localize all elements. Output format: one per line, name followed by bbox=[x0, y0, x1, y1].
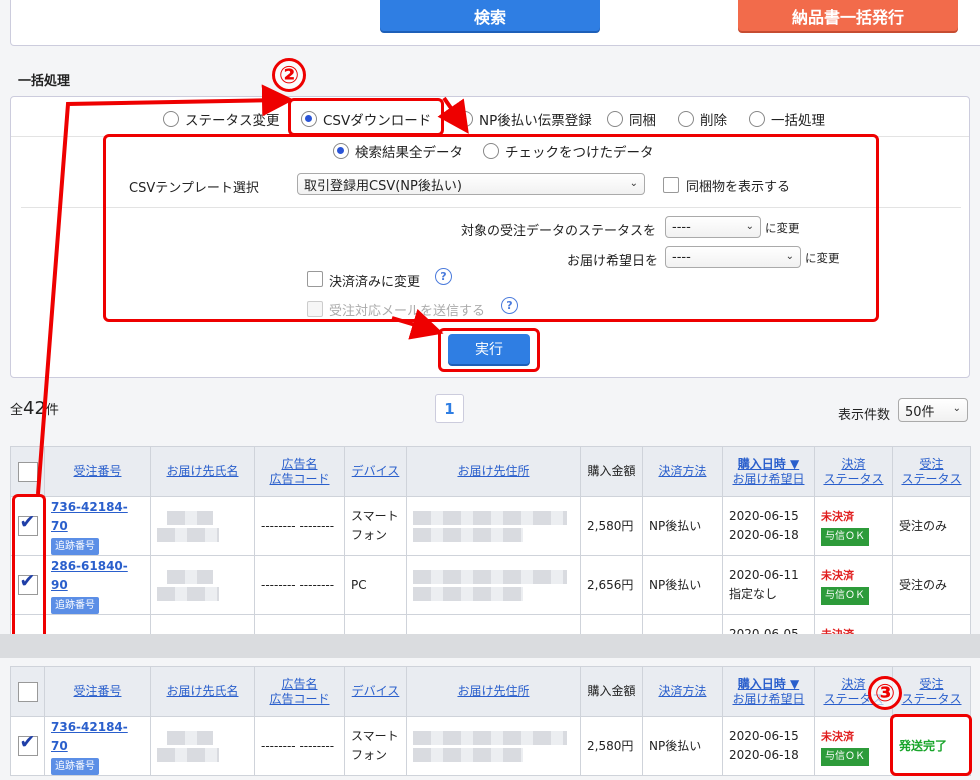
step-3-marker: ③ bbox=[868, 676, 902, 710]
arrow-checkbox-to-csv bbox=[36, 84, 294, 495]
arrow-options-to-execute bbox=[391, 308, 444, 340]
step-2-marker: ② bbox=[272, 58, 306, 92]
arrow-csv-to-options bbox=[437, 96, 469, 134]
annotation-arrows bbox=[36, 84, 469, 495]
